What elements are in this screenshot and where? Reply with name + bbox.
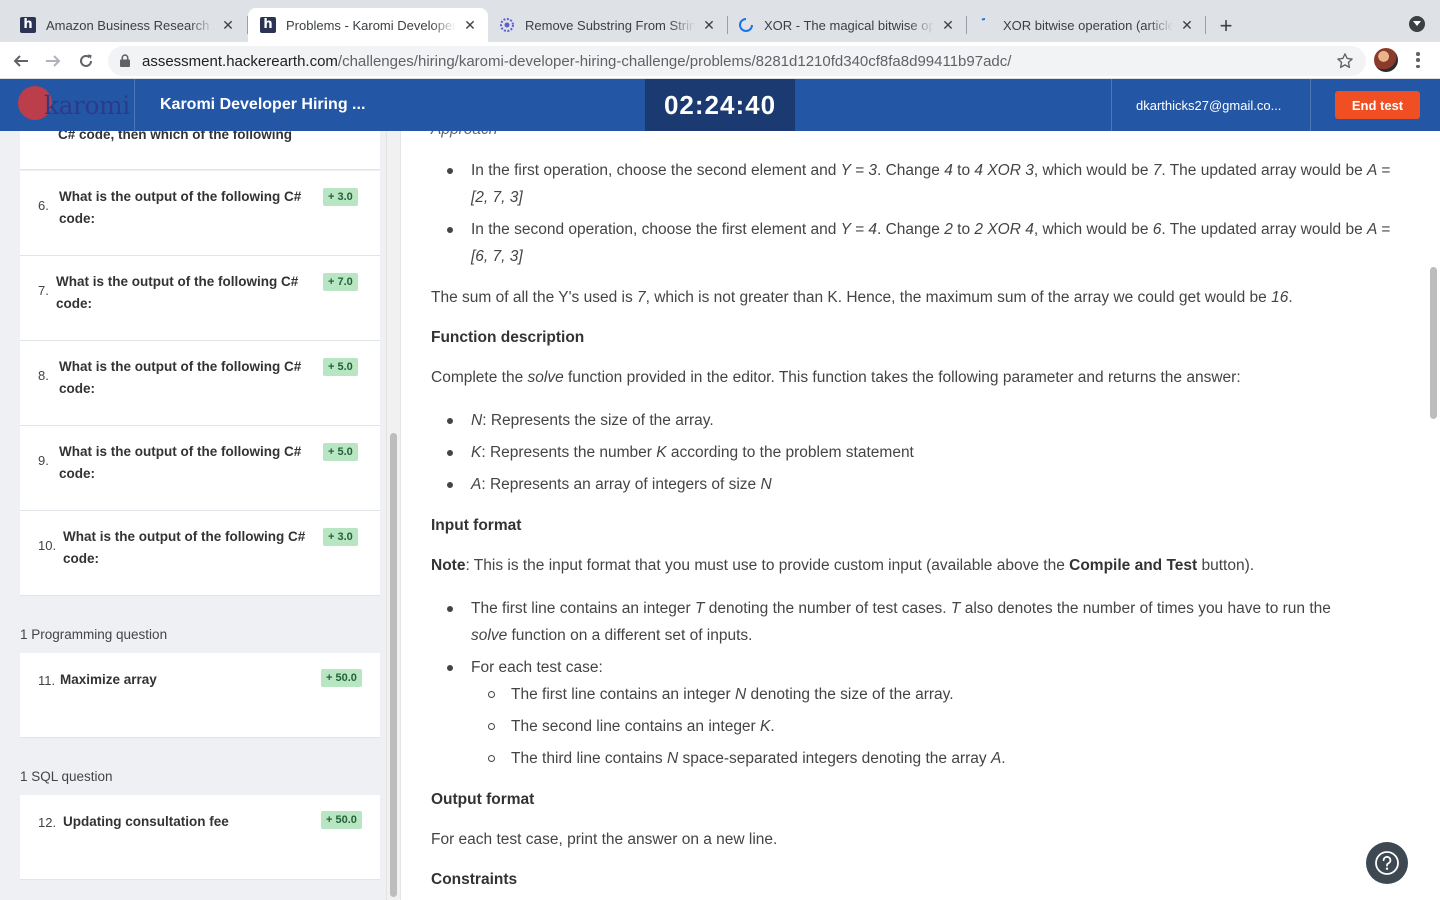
sql-section-label: 1 SQL question: [20, 769, 113, 784]
tab-title: Remove Substring From String: [525, 17, 695, 33]
close-icon[interactable]: ✕: [462, 17, 478, 33]
question-number: 11.: [38, 673, 56, 688]
question-text: What is the output of the following C# c…: [59, 359, 302, 396]
input-line-1: The first line contains an integer T den…: [447, 595, 1371, 649]
score-badge: + 50.0: [321, 811, 362, 829]
question-card[interactable]: 6. What is the output of the following C…: [20, 171, 380, 256]
question-text: Updating consultation fee: [63, 814, 229, 829]
tab-title: Problems - Karomi Developer H: [286, 17, 456, 33]
question-card-partial[interactable]: C# code, then which of the following: [20, 131, 380, 170]
contest-title[interactable]: Karomi Developer Hiring ...: [160, 96, 365, 114]
param-k: K: Represents the number K according to …: [447, 439, 1391, 466]
browser-tab-amazon[interactable]: h Amazon Business Research An ✕: [8, 8, 246, 42]
browser-tab-problems[interactable]: h Problems - Karomi Developer H ✕: [248, 8, 488, 42]
question-card[interactable]: 10. What is the output of the following …: [20, 511, 380, 596]
bookmark-star-icon[interactable]: [1336, 52, 1354, 75]
end-test-button[interactable]: End test: [1335, 91, 1420, 119]
browser-tab-xor-article[interactable]: XOR bitwise operation (article) ✕: [965, 8, 1205, 42]
score-badge: + 7.0: [323, 273, 358, 291]
hackerearth-favicon-icon: h: [260, 17, 276, 33]
output-format-heading: Output format: [431, 791, 535, 808]
new-tab-plus-icon[interactable]: +: [1213, 13, 1239, 39]
loading-spinner-icon: [977, 17, 993, 33]
karomi-logo[interactable]: karomi: [18, 83, 130, 127]
countdown-timer: 02:24:40: [645, 79, 795, 131]
score-badge: + 50.0: [321, 669, 362, 687]
question-number: 12.: [38, 815, 57, 830]
close-icon[interactable]: ✕: [220, 17, 236, 33]
browser-toolbar: assessment.hackerearth.com/challenges/hi…: [0, 42, 1440, 79]
sub-item-1: The first line contains an integer N den…: [488, 681, 954, 708]
close-icon[interactable]: ✕: [940, 17, 956, 33]
output-format-text: For each test case, print the answer on …: [431, 831, 778, 848]
question-number: 7.: [38, 283, 49, 298]
question-card[interactable]: 9. What is the output of the following C…: [20, 426, 380, 511]
back-arrow-icon[interactable]: [8, 48, 34, 74]
question-text: What is the output of the following C# c…: [59, 189, 302, 226]
question-text: What is the output of the following C# c…: [63, 529, 306, 566]
sub-item-2: The second line contains an integer K.: [488, 713, 775, 740]
browser-tab-strip: h Amazon Business Research An ✕ h Proble…: [0, 0, 1440, 42]
question-text: What is the output of the following C# c…: [59, 444, 302, 481]
tab-title: XOR bitwise operation (article): [1003, 17, 1173, 33]
function-description-heading: Function description: [431, 329, 585, 346]
problem-scrollbar[interactable]: [1427, 131, 1440, 900]
close-icon[interactable]: ✕: [1179, 17, 1195, 33]
programming-section-label: 1 Programming question: [20, 627, 168, 642]
user-email[interactable]: dkarthicks27@gmail.co...: [1136, 98, 1281, 113]
question-number: 8.: [38, 368, 49, 383]
app-header: karomi Karomi Developer Hiring ... 02:24…: [0, 79, 1440, 131]
close-icon[interactable]: ✕: [701, 17, 717, 33]
approach-step-1: In the first operation, choose the secon…: [447, 157, 1391, 211]
question-text: C# code, then which of the following: [58, 131, 292, 142]
question-card[interactable]: 8. What is the output of the following C…: [20, 341, 380, 426]
forward-arrow-icon[interactable]: [40, 48, 66, 74]
sub-item-3: The third line contains N space-separate…: [488, 745, 1006, 772]
browser-menu-icon[interactable]: [1410, 50, 1426, 70]
browser-tab-remove-substring[interactable]: Remove Substring From String ✕: [487, 8, 727, 42]
param-a: A: Represents an array of integers of si…: [447, 471, 1391, 498]
loading-spinner-icon: [738, 17, 754, 33]
score-badge: + 5.0: [323, 358, 358, 376]
input-line-2: For each test case:: [447, 654, 1391, 681]
profile-avatar[interactable]: [1374, 48, 1398, 72]
tab-search-chevron-icon[interactable]: [1409, 16, 1425, 32]
tab-title: Amazon Business Research An: [46, 17, 214, 33]
question-card[interactable]: 7. What is the output of the following C…: [20, 256, 380, 341]
address-bar[interactable]: assessment.hackerearth.com/challenges/hi…: [108, 46, 1366, 76]
score-badge: + 3.0: [323, 188, 358, 206]
question-text: Maximize array: [60, 672, 157, 687]
hackerearth-favicon-icon: h: [20, 17, 36, 33]
question-number: 6.: [38, 198, 49, 213]
problem-panel: Approach In the first operation, choose …: [400, 131, 1440, 900]
approach-step-2: In the second operation, choose the firs…: [447, 216, 1391, 270]
reload-icon[interactable]: [73, 48, 99, 74]
question-card-maximize-array[interactable]: 11. Maximize array + 50.0: [20, 653, 380, 738]
gear-favicon-icon: [499, 17, 515, 33]
browser-tab-xor-magical[interactable]: XOR - The magical bitwise ope ✕: [726, 8, 966, 42]
constraints-heading: Constraints: [431, 871, 518, 888]
question-sidebar: C# code, then which of the following 6. …: [0, 131, 400, 900]
question-mark-icon[interactable]: [1366, 842, 1408, 884]
function-description-text: Complete the solve function provided in …: [431, 369, 1241, 386]
input-note: Note: This is the input format that you …: [431, 557, 1255, 574]
approach-heading: Approach: [431, 131, 497, 139]
sum-sentence: The sum of all the Y's used is 7, which …: [431, 289, 1293, 306]
question-number: 9.: [38, 453, 49, 468]
question-card-updating-consultation-fee[interactable]: 12. Updating consultation fee + 50.0: [20, 795, 380, 880]
param-n: N: Represents the size of the array.: [447, 407, 1391, 434]
lock-icon[interactable]: [120, 54, 130, 72]
input-format-heading: Input format: [431, 517, 522, 534]
score-badge: + 5.0: [323, 443, 358, 461]
sidebar-scrollbar[interactable]: [386, 131, 400, 900]
score-badge: + 3.0: [323, 528, 358, 546]
question-text: What is the output of the following C# c…: [56, 274, 299, 311]
tab-title: XOR - The magical bitwise ope: [764, 17, 934, 33]
question-number: 10.: [38, 538, 57, 553]
url-text: assessment.hackerearth.com/challenges/hi…: [142, 53, 1012, 70]
